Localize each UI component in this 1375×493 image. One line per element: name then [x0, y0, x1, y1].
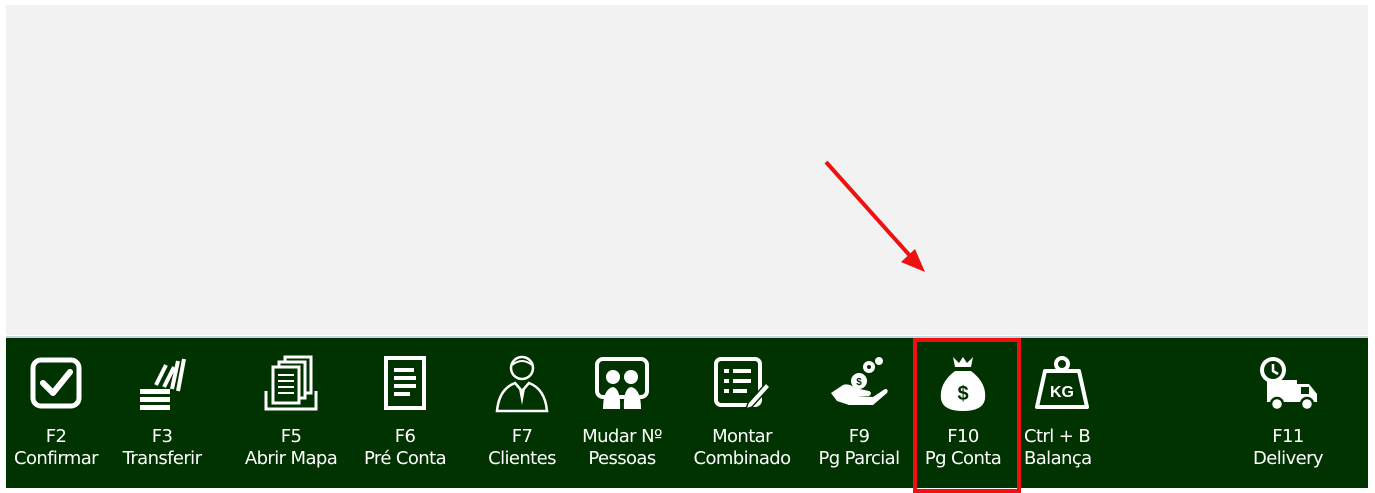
pre-bill-button[interactable]: F6 Pré Conta [348, 342, 462, 486]
document-icon [382, 342, 428, 424]
key-label: F3 [151, 426, 173, 447]
scale-button[interactable]: KG Ctrl + B Balança [1024, 342, 1116, 486]
transfer-icon [136, 342, 188, 424]
svg-text:$: $ [957, 383, 968, 405]
key-label: Mudar Nº [582, 426, 662, 447]
hand-coins-icon: $ [829, 342, 889, 424]
change-people-count-button[interactable]: Mudar Nº Pessoas [572, 342, 672, 486]
clients-button[interactable]: F7 Clientes [480, 342, 564, 486]
confirm-button[interactable]: F2 Confirmar [8, 342, 104, 486]
content-area [6, 5, 1368, 335]
open-map-button[interactable]: F5 Abrir Mapa [236, 342, 346, 486]
build-combo-button[interactable]: Montar Combinado [686, 342, 798, 486]
list-edit-icon [712, 342, 772, 424]
pay-bill-button[interactable]: $ F10 Pg Conta [914, 342, 1012, 486]
button-label: Confirmar [14, 448, 99, 469]
money-bag-icon: $ [937, 342, 989, 424]
key-label: F2 [45, 426, 67, 447]
button-label: Combinado [693, 448, 791, 469]
button-label: Pg Parcial [818, 448, 900, 469]
button-label: Clientes [488, 448, 556, 469]
button-label: Pessoas [588, 448, 656, 469]
key-label: F11 [1272, 426, 1304, 447]
key-label: F9 [848, 426, 870, 447]
checkbox-icon [30, 342, 82, 424]
function-toolbar: F2 Confirmar F3 Transferir F5 Abrir Mapa… [6, 336, 1368, 488]
button-label: Pg Conta [924, 448, 1002, 469]
people-board-icon [593, 342, 651, 424]
button-label: Pré Conta [363, 448, 447, 469]
svg-text:$: $ [856, 377, 862, 388]
delivery-truck-icon [1255, 342, 1321, 424]
key-label: Montar [712, 426, 772, 447]
delivery-button[interactable]: F11 Delivery [1242, 342, 1334, 486]
partial-payment-button[interactable]: $ F9 Pg Parcial [810, 342, 908, 486]
person-icon [493, 342, 551, 424]
key-label: F6 [394, 426, 416, 447]
button-label: Balança [1024, 448, 1092, 469]
weight-kg-icon: KG [1024, 342, 1100, 424]
documents-stack-icon [263, 342, 319, 424]
svg-text:KG: KG [1050, 384, 1074, 401]
key-label: Ctrl + B [1024, 426, 1091, 447]
button-label: Abrir Mapa [244, 448, 338, 469]
transfer-button[interactable]: F3 Transferir [114, 342, 210, 486]
key-label: F7 [511, 426, 533, 447]
key-label: F10 [947, 426, 979, 447]
button-label: Delivery [1253, 448, 1324, 469]
button-label: Transferir [122, 448, 202, 469]
key-label: F5 [280, 426, 302, 447]
